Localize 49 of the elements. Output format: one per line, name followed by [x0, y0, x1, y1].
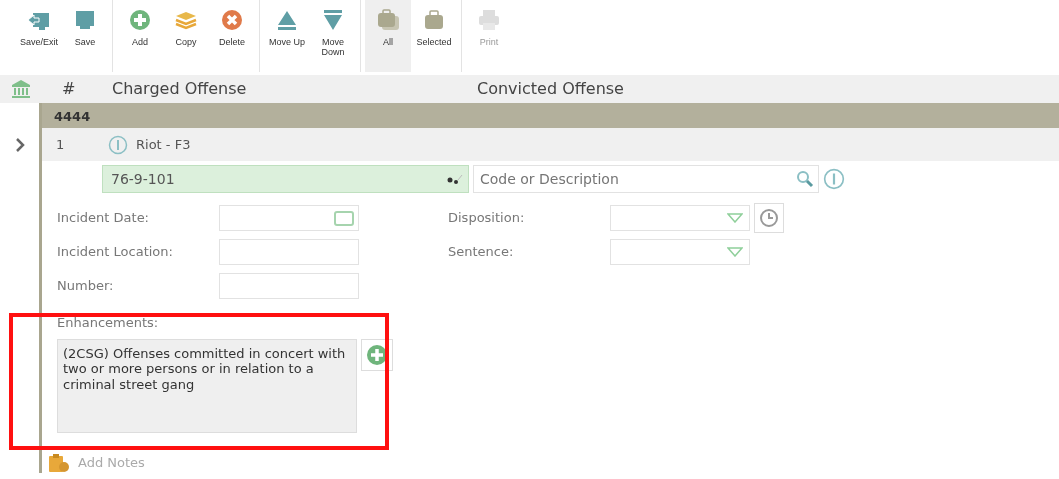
- history-button[interactable]: [754, 203, 784, 233]
- plus-icon: [366, 343, 388, 366]
- chevron-icon[interactable]: [14, 136, 25, 153]
- enhancements-text-area[interactable]: (2CSG) Offenses committed in concert with two or more persons or in relation to a criminal street gang: [57, 338, 357, 433]
- delete-button[interactable]: Delete: [209, 0, 255, 72]
- save-icon: [73, 8, 97, 32]
- column-header: Convicted Offense: [477, 78, 624, 100]
- info-icon[interactable]: [108, 134, 128, 155]
- dropdown-field[interactable]: [610, 239, 750, 265]
- column-header: Charged Offense: [112, 78, 248, 100]
- briefcase-icon: [422, 8, 446, 32]
- date-field[interactable]: [219, 205, 359, 231]
- field-label: Incident Date:: [57, 209, 150, 228]
- save-button[interactable]: Save: [62, 0, 108, 72]
- convicted-offense-field[interactable]: Code or Description: [473, 165, 819, 193]
- info-icon[interactable]: [823, 168, 845, 190]
- printer-icon: [477, 8, 501, 32]
- copy-button[interactable]: Copy: [163, 0, 209, 72]
- dropdown-field[interactable]: [610, 205, 750, 231]
- bank-icon: [11, 79, 31, 99]
- save-exit-button[interactable]: Save/Exit: [16, 0, 62, 72]
- briefcases-icon: [376, 8, 400, 32]
- move-up-button[interactable]: Move Up: [264, 0, 310, 72]
- column-header: #: [62, 78, 77, 100]
- close-icon: [220, 8, 244, 32]
- text-field[interactable]: [219, 273, 359, 299]
- selected-button[interactable]: Selected: [411, 0, 457, 72]
- text-field[interactable]: [219, 239, 359, 265]
- plus-icon: [128, 8, 152, 32]
- clock-icon: [759, 208, 779, 228]
- all-button[interactable]: All: [365, 0, 411, 72]
- group-label: 4444: [54, 109, 91, 124]
- search-icon[interactable]: [796, 170, 814, 188]
- notes-icon: [48, 452, 70, 473]
- field-label: Incident Location:: [57, 243, 174, 262]
- dropdown-icon: [727, 213, 743, 223]
- row-number: 1: [56, 135, 66, 154]
- add-button[interactable]: Add: [117, 0, 163, 72]
- dropdown-icon: [727, 247, 743, 257]
- calendar-icon[interactable]: [334, 210, 354, 226]
- field-label: Number:: [57, 277, 115, 296]
- field-label: Sentence:: [448, 243, 515, 262]
- charged-offense-field[interactable]: 76-9-101: [102, 165, 469, 193]
- move-down-button[interactable]: Move Down: [310, 0, 356, 72]
- offense-name: Riot - F3: [136, 135, 191, 154]
- field-label: Disposition:: [448, 209, 526, 228]
- field-label: Enhancements:: [57, 314, 160, 332]
- link-icon: [446, 174, 464, 184]
- down-arrow-icon: [321, 8, 345, 32]
